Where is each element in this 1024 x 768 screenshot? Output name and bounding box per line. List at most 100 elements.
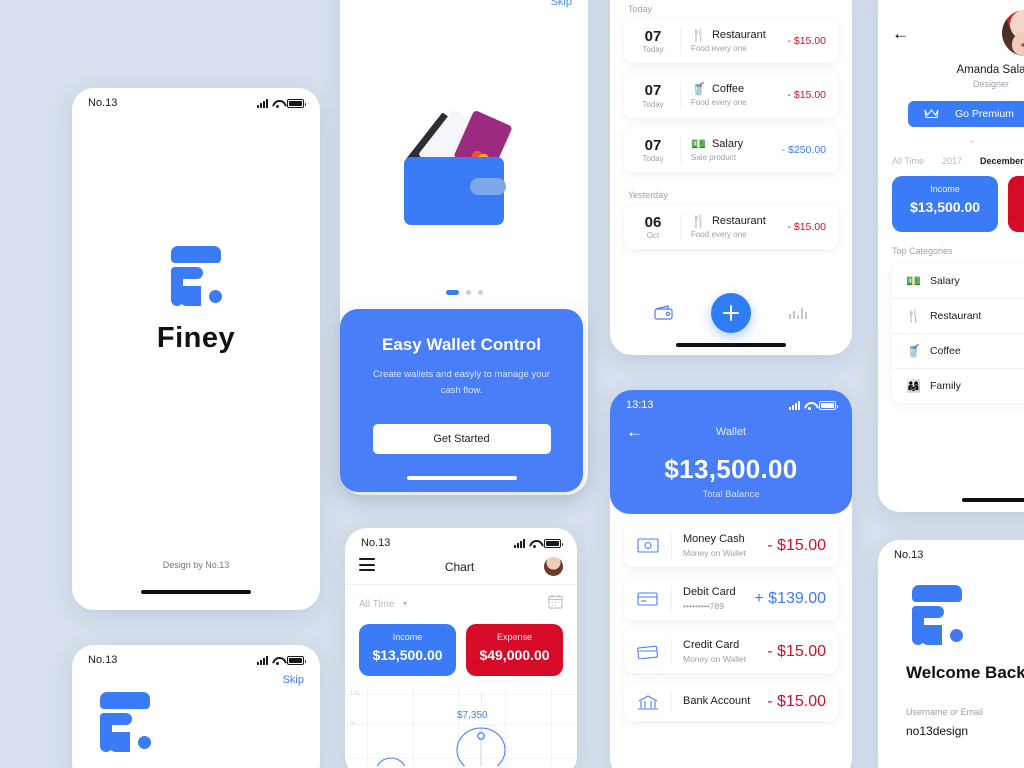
transaction-date: 07 Today: [636, 82, 670, 108]
account-body: Bank Account: [683, 695, 756, 710]
wallet-illustration: [404, 100, 524, 230]
account-row[interactable]: Credit Card Money on Wallet - $15.00: [624, 630, 838, 673]
category-row[interactable]: 👨‍👩‍👧 Family: [892, 368, 1024, 403]
transaction-amount: - $15.00: [787, 35, 826, 48]
transaction-name: Restaurant: [711, 214, 766, 227]
filter-all-time[interactable]: All Time: [359, 599, 395, 610]
status-bar: 13:13: [610, 390, 852, 413]
finey-logo-icon: [165, 246, 227, 306]
restaurant-icon: 🍴: [691, 213, 706, 228]
bar-chart-icon[interactable]: [788, 305, 808, 326]
page-dot-3[interactable]: [477, 290, 483, 295]
chart-plot-area: 10k 8k $7,350: [345, 688, 577, 766]
wallet-strap-shape: [470, 178, 506, 195]
transaction-body: 🍴 Restaurant Food every one: [691, 215, 777, 239]
divider: [680, 213, 681, 240]
account-amount: - $15.00: [767, 642, 826, 660]
restaurant-icon: 🍴: [691, 28, 706, 43]
profile-stats: Income $13,500.00 $: [878, 166, 1024, 232]
home-indicator: [141, 590, 251, 594]
account-amount: + $139.00: [754, 589, 826, 607]
money-icon: [636, 536, 660, 556]
account-row[interactable]: Money Cash Money on Wallet - $15.00: [624, 524, 838, 567]
coffee-icon: 🥤: [906, 344, 921, 358]
page-dots[interactable]: [340, 290, 588, 295]
phone-chart-screen: No.13 Chart All Time ▼ Income $13,500.00…: [345, 528, 577, 768]
brand-block: Finey: [72, 246, 320, 355]
skip-button[interactable]: Skip: [72, 668, 320, 686]
chart-filter-row: All Time ▼: [345, 585, 577, 614]
income-stat-card: Income $13,500.00: [892, 176, 998, 232]
account-desc: Money on Wallet: [683, 548, 746, 558]
category-row[interactable]: 🍴 Restaurant: [892, 298, 1024, 333]
transaction-row[interactable]: 07 Today 💵 Salary Sale product - $250.00: [624, 127, 838, 172]
wallet-icon[interactable]: [654, 305, 674, 326]
account-body: Debit Card •••••••••789: [683, 586, 743, 611]
divider: [671, 586, 672, 611]
username-input[interactable]: no13design: [906, 724, 1024, 738]
go-premium-button[interactable]: Go Premium: [908, 101, 1024, 127]
transaction-desc: Food every one: [691, 44, 747, 54]
top-categories-label: Top Categories: [892, 246, 953, 256]
salary-icon: 💵: [906, 274, 921, 288]
battery-icon: [544, 538, 563, 548]
divider: [680, 28, 681, 55]
home-indicator: [962, 498, 1024, 502]
welcome-heading: Welcome Back!: [906, 663, 1024, 682]
skip-button[interactable]: Skip: [340, 0, 588, 8]
home-indicator: [676, 343, 786, 347]
top-categories-card: 💵 Salary 🍴 Restaurant 🥤 Coffee 👨‍👩‍👧 Fam…: [892, 264, 1024, 403]
go-premium-label: Go Premium: [955, 108, 1014, 120]
chart-bubbles: [376, 727, 506, 766]
transaction-month: Oct: [646, 231, 660, 240]
category-row[interactable]: 🥤 Coffee: [892, 333, 1024, 368]
family-icon: 👨‍👩‍👧: [906, 379, 921, 393]
page-dot-1[interactable]: [445, 290, 459, 295]
filter-month[interactable]: December: [980, 156, 1024, 166]
expense-value: $49,000.00: [479, 647, 550, 663]
back-arrow-icon[interactable]: ←: [626, 423, 643, 440]
get-started-button[interactable]: Get Started: [372, 424, 551, 455]
transaction-date: 07 Today: [636, 137, 670, 163]
add-transaction-button[interactable]: [711, 293, 751, 333]
account-name: Credit Card: [683, 639, 740, 651]
account-row[interactable]: Bank Account - $15.00: [624, 683, 838, 721]
section-label-today: Today: [628, 4, 653, 14]
debit-card-icon: [636, 589, 660, 609]
category-row[interactable]: 💵 Salary: [892, 264, 1024, 298]
status-bar: No.13: [72, 88, 320, 111]
phone-profile-screen: No.13 ← Amanda Sala Designer Go Premium …: [878, 0, 1024, 512]
account-row[interactable]: Debit Card •••••••••789 + $139.00: [624, 577, 838, 620]
phone-splash-screen: No.13 Finey Design by No.13: [72, 88, 320, 610]
transaction-row[interactable]: 06 Oct 🍴 Restaurant Food every one - $15…: [624, 204, 838, 249]
hamburger-menu-icon[interactable]: [359, 558, 375, 575]
chevron-down-icon[interactable]: ⌄: [878, 133, 1024, 146]
calendar-icon[interactable]: [548, 594, 563, 614]
filter-all-time[interactable]: All Time: [892, 156, 924, 166]
bank-icon: [636, 692, 660, 712]
transaction-day: 06: [644, 213, 662, 231]
transaction-row[interactable]: 07 Today 🍴 Restaurant Food every one - $…: [624, 19, 838, 64]
section-label-yesterday: Yesterday: [628, 189, 668, 200]
wifi-icon: [529, 539, 540, 548]
profile-role: Designer: [972, 79, 1010, 89]
avatar[interactable]: [544, 557, 563, 576]
transaction-row[interactable]: 07 Today 🥤 Coffee Food every one - $15.0…: [624, 73, 838, 118]
total-balance-label: Total Balance: [702, 489, 760, 500]
page-title: Chart: [444, 559, 475, 574]
page-dot-2[interactable]: [465, 290, 471, 295]
home-indicator: [406, 476, 517, 480]
account-name: Bank Account: [683, 694, 751, 707]
transaction-name: Salary: [711, 137, 744, 150]
phone-wallet-screen: 13:13 ← Wallet $13,500.00 Total Balance: [610, 390, 852, 768]
expense-stat-card: $: [1008, 176, 1024, 232]
back-arrow-icon[interactable]: ←: [892, 24, 909, 43]
transaction-desc: Food every one: [691, 98, 747, 108]
chevron-down-icon[interactable]: ▼: [402, 601, 409, 608]
transaction-desc: Food every one: [691, 229, 747, 239]
phone-transactions-screen: Today 07 Today 🍴 Restaurant Food every o…: [610, 0, 852, 355]
chart-stats: Income $13,500.00 Expense $49,000.00: [345, 614, 577, 676]
status-carrier: No.13: [88, 654, 118, 666]
expense-stat-card: Expense $49,000.00: [466, 624, 563, 676]
filter-year[interactable]: 2017: [942, 156, 962, 166]
